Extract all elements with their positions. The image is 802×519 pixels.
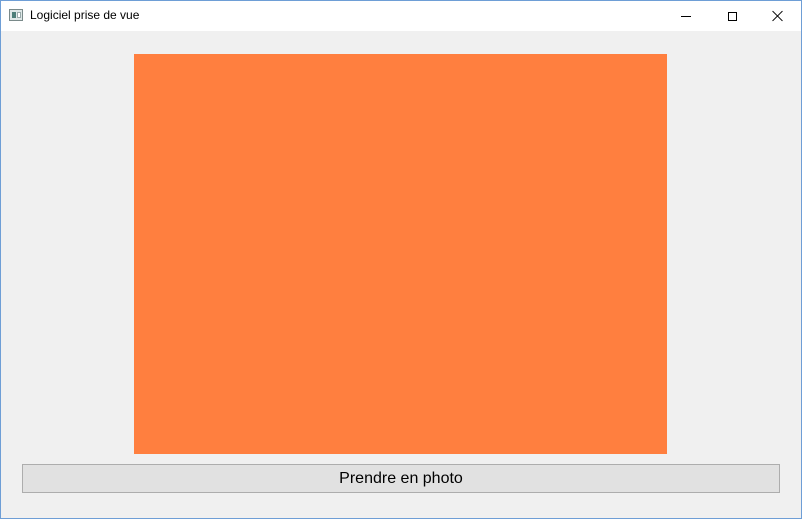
minimize-icon: [681, 15, 691, 17]
camera-preview: [134, 54, 667, 454]
title-bar[interactable]: Logiciel prise de vue: [1, 1, 801, 31]
app-window: Logiciel prise de vue Prendre en photo: [0, 0, 802, 519]
maximize-button[interactable]: [709, 1, 755, 31]
app-icon: [9, 9, 23, 21]
minimize-button[interactable]: [663, 1, 709, 31]
close-icon: [772, 10, 784, 22]
close-button[interactable]: [755, 1, 801, 31]
window-title: Logiciel prise de vue: [30, 8, 140, 22]
maximize-icon: [727, 11, 737, 21]
take-photo-button[interactable]: Prendre en photo: [22, 464, 780, 493]
